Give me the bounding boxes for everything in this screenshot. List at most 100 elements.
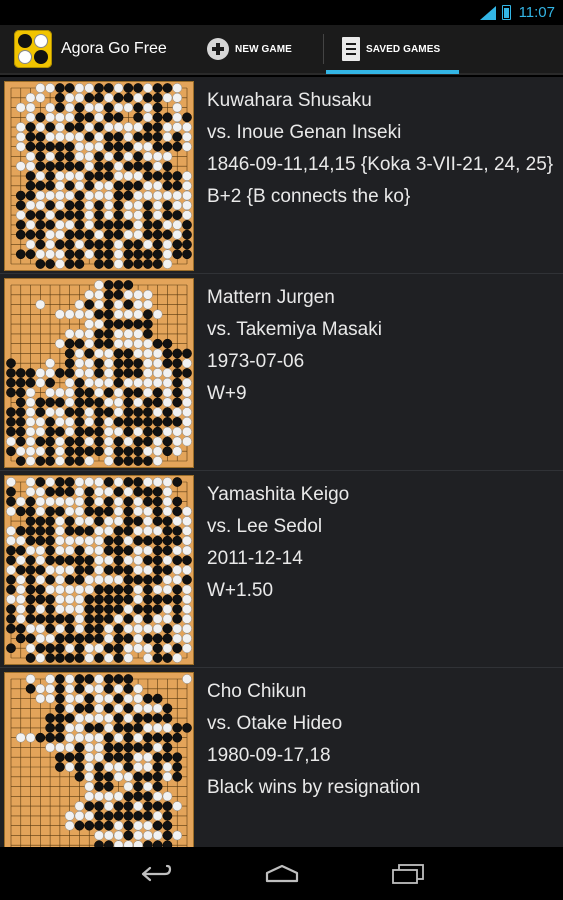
black-stone	[45, 180, 55, 191]
black-stone	[113, 436, 124, 447]
black-stone	[84, 623, 95, 634]
black-stone	[182, 249, 192, 260]
white-stone	[182, 604, 192, 614]
white-stone	[133, 633, 143, 644]
white-stone	[113, 830, 124, 841]
game-list-item[interactable]: Kuwahara Shusaku vs. Inoue Genan Inseki …	[0, 77, 563, 274]
black-stone	[103, 220, 114, 230]
white-stone	[25, 220, 36, 230]
white-stone	[133, 338, 143, 349]
saved-games-list[interactable]: Kuwahara Shusaku vs. Inoue Genan Inseki …	[0, 77, 563, 847]
black-stone	[103, 112, 114, 123]
white-stone	[64, 496, 75, 507]
black-stone	[45, 436, 55, 447]
black-stone	[162, 752, 173, 763]
white-stone	[172, 653, 183, 663]
white-stone	[45, 210, 55, 220]
white-stone	[74, 693, 85, 704]
white-stone	[182, 584, 192, 595]
black-stone	[133, 713, 143, 723]
white-stone	[84, 102, 95, 113]
white-stone	[45, 358, 55, 369]
black-stone	[84, 604, 95, 614]
game-list-item[interactable]: Mattern Jurgen vs. Takemiya Masaki 1973-…	[0, 274, 563, 471]
black-stone	[143, 161, 153, 172]
white-stone	[84, 289, 95, 300]
white-stone	[55, 387, 65, 398]
black-stone	[133, 319, 143, 329]
tab-new-game[interactable]: NEW GAME	[197, 24, 317, 74]
white-stone	[84, 141, 95, 152]
black-stone	[143, 210, 153, 220]
white-stone	[35, 249, 46, 260]
black-stone	[182, 239, 192, 250]
white-stone	[172, 446, 183, 457]
black-stone	[133, 742, 143, 753]
black-stone	[133, 516, 143, 526]
white-stone	[152, 526, 163, 536]
white-stone	[94, 830, 104, 841]
white-stone	[113, 683, 124, 694]
black-stone	[152, 693, 163, 704]
white-stone	[15, 574, 26, 585]
white-stone	[94, 742, 104, 753]
black-stone	[143, 171, 153, 181]
black-stone	[162, 446, 173, 457]
white-stone	[133, 289, 143, 300]
black-stone	[55, 102, 65, 113]
black-stone	[55, 161, 65, 172]
white-stone	[123, 102, 134, 113]
black-stone	[6, 446, 16, 457]
black-stone	[64, 633, 75, 644]
white-stone	[133, 565, 143, 575]
game-list-item[interactable]: Cho Chikun vs. Otake Hideo 1980-09-17,18…	[0, 668, 563, 847]
black-stone	[64, 200, 75, 211]
black-stone	[133, 486, 143, 497]
home-button[interactable]	[259, 859, 305, 889]
black-stone	[162, 623, 173, 634]
black-stone	[15, 565, 26, 575]
white-stone	[94, 280, 104, 290]
white-stone	[55, 122, 65, 132]
white-stone	[74, 299, 85, 310]
white-stone	[172, 190, 183, 201]
white-stone	[94, 377, 104, 388]
white-stone	[45, 387, 55, 398]
recents-button[interactable]	[385, 859, 431, 889]
white-stone	[55, 180, 65, 191]
tab-saved-games[interactable]: SAVED GAMES	[324, 24, 459, 74]
white-stone	[103, 417, 114, 427]
black-stone	[94, 594, 104, 605]
black-stone	[55, 752, 65, 763]
black-stone	[94, 368, 104, 378]
black-stone	[113, 368, 124, 378]
game-list-item[interactable]: Yamashita Keigo vs. Lee Sedol 2011-12-14…	[0, 471, 563, 668]
black-stone	[74, 762, 85, 772]
white-stone	[113, 387, 124, 398]
white-stone	[123, 771, 134, 782]
white-stone	[162, 259, 173, 269]
white-stone	[25, 102, 36, 113]
black-stone	[35, 220, 46, 230]
white-stone	[84, 407, 95, 417]
black-stone	[172, 387, 183, 398]
black-stone	[35, 456, 46, 466]
black-stone	[143, 249, 153, 260]
black-stone	[74, 210, 85, 220]
black-stone	[94, 220, 104, 230]
tab-label: SAVED GAMES	[366, 43, 441, 55]
black-stone	[172, 377, 183, 388]
white-stone	[133, 594, 143, 605]
black-stone	[64, 407, 75, 417]
white-stone	[133, 683, 143, 694]
black-stone	[15, 190, 26, 201]
black-stone	[123, 762, 134, 772]
black-stone	[133, 574, 143, 585]
black-stone	[6, 604, 16, 614]
black-stone	[25, 574, 36, 585]
app-logo-icon[interactable]	[14, 30, 52, 68]
black-stone	[162, 713, 173, 723]
back-button[interactable]	[133, 859, 179, 889]
white-stone	[152, 407, 163, 417]
black-stone	[133, 102, 143, 113]
